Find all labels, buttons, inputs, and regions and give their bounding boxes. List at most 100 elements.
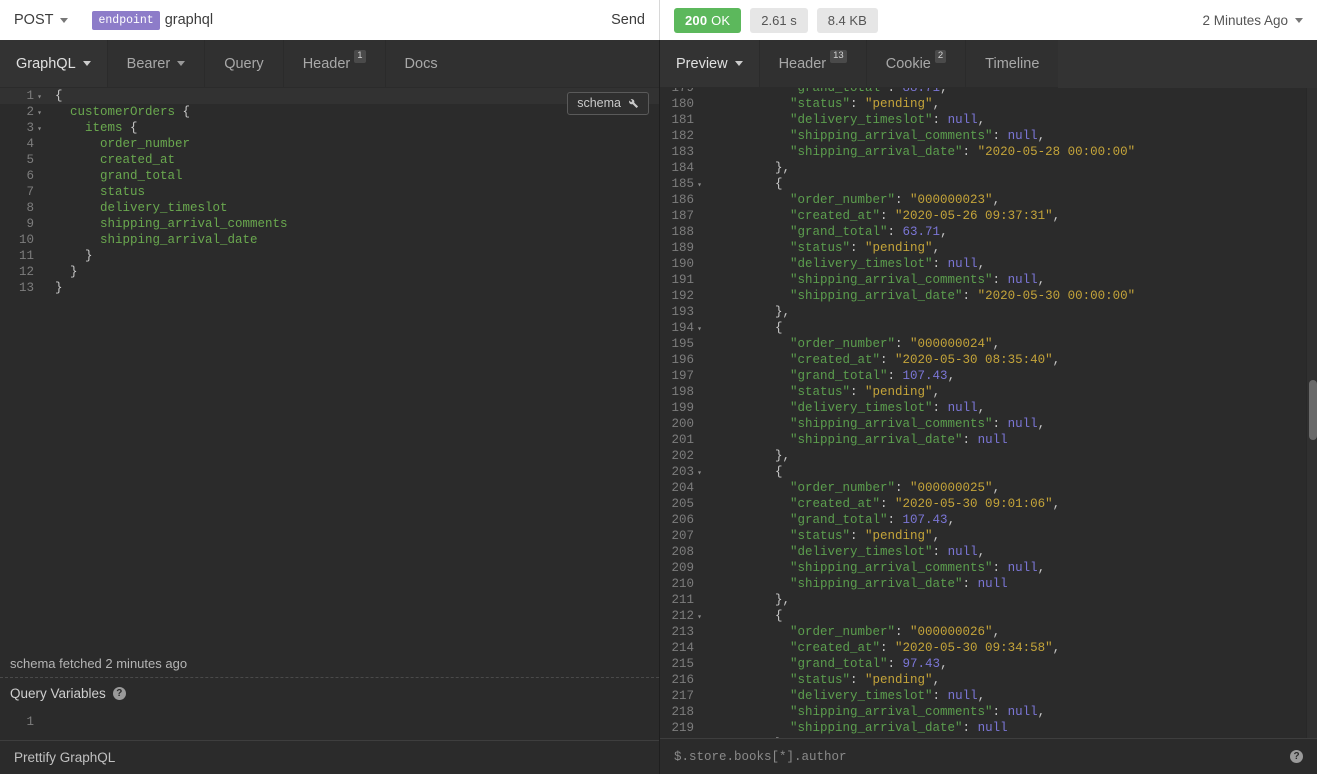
tab-preview[interactable]: Preview	[660, 40, 759, 88]
token-key: "shipping_arrival_comments"	[715, 129, 993, 143]
response-line-number: 213	[671, 625, 694, 639]
response-gutter: 186▾	[660, 192, 706, 208]
response-size: 8.4 KB	[817, 8, 878, 33]
response-line: 183▾ "shipping_arrival_date": "2020-05-2…	[660, 144, 1317, 160]
tab-header[interactable]: Header1	[283, 40, 385, 88]
query-gutter: 7▾	[0, 184, 46, 200]
token-null: null	[1008, 129, 1038, 143]
token-punct: ,	[1038, 561, 1046, 575]
tab-graphql[interactable]: GraphQL	[0, 40, 107, 88]
chevron-down-icon	[177, 61, 185, 66]
response-line-text: "order_number": "000000023",	[706, 192, 1000, 208]
response-filter-bar: ?	[660, 738, 1317, 774]
token-key: "shipping_arrival_date"	[715, 721, 963, 735]
query-variables-editor[interactable]: 1▾	[0, 708, 659, 740]
tab-cookie[interactable]: Cookie2	[866, 40, 965, 88]
response-line-text: "shipping_arrival_comments": null,	[706, 128, 1045, 144]
token-punct: :	[933, 545, 948, 559]
token-punct: ,	[993, 337, 1001, 351]
response-line: 210▾ "shipping_arrival_date": null	[660, 576, 1317, 592]
query-line: 3▾ items {	[0, 120, 659, 136]
token-punct: {	[715, 177, 783, 191]
token-punct: },	[715, 305, 790, 319]
token-key: "order_number"	[715, 481, 895, 495]
token-punct: :	[933, 689, 948, 703]
token-key: "grand_total"	[715, 369, 888, 383]
response-line-text: },	[706, 592, 790, 608]
response-line: 188▾ "grand_total": 63.71,	[660, 224, 1317, 240]
response-line: 187▾ "created_at": "2020-05-26 09:37:31"…	[660, 208, 1317, 224]
help-icon[interactable]: ?	[113, 687, 126, 700]
token-punct: :	[933, 113, 948, 127]
query-line: 13▾}	[0, 280, 659, 296]
wrench-icon	[627, 97, 639, 109]
graphql-query-editor[interactable]: 1▾{2▾ customerOrders {3▾ items {4▾ order…	[0, 88, 659, 650]
chevron-down-icon	[83, 61, 91, 66]
query-gutter: 13▾	[0, 280, 46, 296]
schema-button[interactable]: schema	[567, 92, 649, 115]
http-method-selector[interactable]: POST	[14, 12, 68, 28]
tab-timeline[interactable]: Timeline	[965, 40, 1058, 88]
tab-response-header-label: Header	[779, 56, 827, 72]
token-key: "shipping_arrival_date"	[715, 289, 963, 303]
response-line: 185▾ {	[660, 176, 1317, 192]
tab-docs-label: Docs	[405, 56, 438, 72]
response-line-text: "shipping_arrival_comments": null,	[706, 416, 1045, 432]
tab-bearer[interactable]: Bearer	[107, 40, 205, 88]
token-str: "2020-05-30 08:35:40"	[895, 353, 1053, 367]
token-punct: ,	[993, 625, 1001, 639]
response-line-text: "status": "pending",	[706, 672, 940, 688]
token-field: shipping_arrival_comments	[55, 217, 288, 231]
response-line: 186▾ "order_number": "000000023",	[660, 192, 1317, 208]
fold-placeholder-icon: ▾	[35, 282, 44, 298]
response-timestamp-selector[interactable]: 2 Minutes Ago	[1202, 13, 1303, 28]
token-punct: :	[963, 145, 978, 159]
token-punct: :	[895, 337, 910, 351]
response-gutter: 198▾	[660, 384, 706, 400]
token-key: "created_at"	[715, 497, 880, 511]
token-key: "order_number"	[715, 337, 895, 351]
query-line-number: 6	[26, 169, 34, 183]
tab-docs[interactable]: Docs	[385, 40, 457, 88]
response-gutter: 205▾	[660, 496, 706, 512]
token-str: "000000023"	[910, 193, 993, 207]
prettify-graphql-button[interactable]: Prettify GraphQL	[0, 740, 659, 774]
response-scrollbar-thumb[interactable]	[1309, 380, 1317, 440]
tab-response-header[interactable]: Header13	[759, 40, 866, 88]
query-line-number: 5	[26, 153, 34, 167]
help-icon[interactable]: ?	[1290, 750, 1303, 763]
response-gutter: 182▾	[660, 128, 706, 144]
response-gutter: 181▾	[660, 112, 706, 128]
response-gutter: 187▾	[660, 208, 706, 224]
response-line: 204▾ "order_number": "000000025",	[660, 480, 1317, 496]
send-button[interactable]: Send	[611, 12, 645, 28]
response-line-text: "shipping_arrival_comments": null,	[706, 704, 1045, 720]
response-line: 189▾ "status": "pending",	[660, 240, 1317, 256]
response-line-number: 191	[671, 273, 694, 287]
response-line-number: 205	[671, 497, 694, 511]
query-line-text: customerOrders {	[46, 104, 190, 120]
main-panes: 1▾{2▾ customerOrders {3▾ items {4▾ order…	[0, 88, 1317, 774]
response-gutter: 206▾	[660, 512, 706, 528]
response-gutter: 193▾	[660, 304, 706, 320]
endpoint-url-input[interactable]: graphql	[165, 12, 213, 28]
response-gutter: 188▾	[660, 224, 706, 240]
token-punct: ,	[1053, 209, 1061, 223]
response-line-text: }	[706, 736, 783, 738]
response-line-number: 194	[671, 321, 694, 335]
token-str: "2020-05-26 09:37:31"	[895, 209, 1053, 223]
response-gutter: 219▾	[660, 720, 706, 736]
response-line-number: 214	[671, 641, 694, 655]
response-line-text: "order_number": "000000026",	[706, 624, 1000, 640]
token-punct: :	[933, 401, 948, 415]
response-gutter: 217▾	[660, 688, 706, 704]
response-body-viewer[interactable]: 179▾ "grand_total": 88.71,180▾ "status":…	[660, 88, 1317, 738]
response-line: 181▾ "delivery_timeslot": null,	[660, 112, 1317, 128]
token-key: "grand_total"	[715, 88, 888, 95]
token-punct: ,	[933, 529, 941, 543]
jsonpath-filter-input[interactable]	[674, 750, 1290, 764]
query-line-number: 7	[26, 185, 34, 199]
response-scrollbar[interactable]	[1306, 88, 1317, 738]
query-line: 1▾{	[0, 88, 659, 104]
tab-query[interactable]: Query	[204, 40, 283, 88]
